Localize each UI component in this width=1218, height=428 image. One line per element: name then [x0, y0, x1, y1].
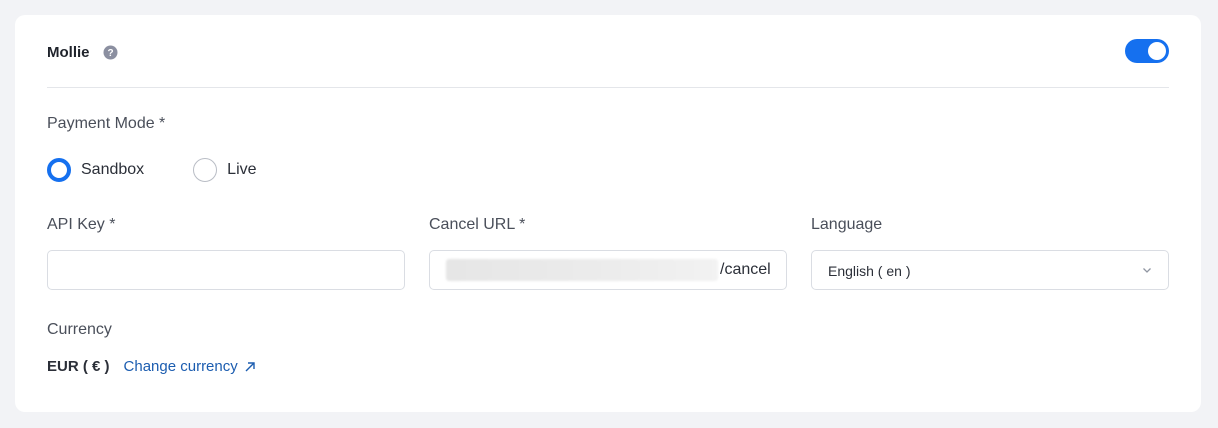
payment-mode-radio-group: Sandbox Live: [47, 158, 257, 182]
radio-sandbox-label: Sandbox: [81, 161, 145, 178]
language-select[interactable]: English ( en ): [811, 250, 1169, 290]
card-header: Mollie ?: [47, 39, 1169, 63]
change-currency-label: Change currency: [123, 358, 238, 375]
currency-label: Currency: [47, 321, 112, 338]
radio-sandbox-checked[interactable]: [47, 158, 71, 182]
radio-option-sandbox[interactable]: Sandbox: [47, 158, 144, 182]
gateway-title: Mollie: [47, 43, 90, 61]
redacted-url-blur: [446, 259, 718, 281]
cancel-url-suffix: /cancel: [720, 261, 771, 278]
payment-mode-label: Payment Mode *: [47, 115, 166, 132]
radio-live-unchecked[interactable]: [193, 158, 218, 182]
radio-option-live[interactable]: Live: [193, 158, 257, 182]
cancel-url-label: Cancel URL *: [429, 216, 526, 233]
api-key-label: API Key *: [47, 216, 116, 233]
change-currency-link[interactable]: Change currency: [124, 358, 256, 375]
header-divider: [47, 87, 1169, 88]
radio-live-label: Live: [227, 161, 257, 178]
payment-gateway-card: Mollie ? Payment Mode * Sandbox Live API…: [15, 15, 1201, 412]
gateway-enabled-toggle[interactable]: [1125, 39, 1169, 63]
svg-text:?: ?: [107, 48, 113, 59]
currency-row: EUR ( € ) Change currency: [47, 358, 256, 375]
currency-value: EUR ( € ): [47, 358, 110, 375]
cancel-url-field[interactable]: /cancel: [429, 250, 787, 290]
language-label: Language: [811, 216, 883, 233]
help-circle-icon[interactable]: ?: [103, 45, 118, 60]
external-arrow-icon: [245, 361, 255, 371]
language-selected-value: English ( en ): [828, 263, 911, 279]
toggle-knob: [1148, 42, 1166, 60]
api-key-input[interactable]: [48, 251, 404, 289]
api-key-field[interactable]: [47, 250, 405, 290]
chevron-down-icon: [1143, 268, 1151, 273]
